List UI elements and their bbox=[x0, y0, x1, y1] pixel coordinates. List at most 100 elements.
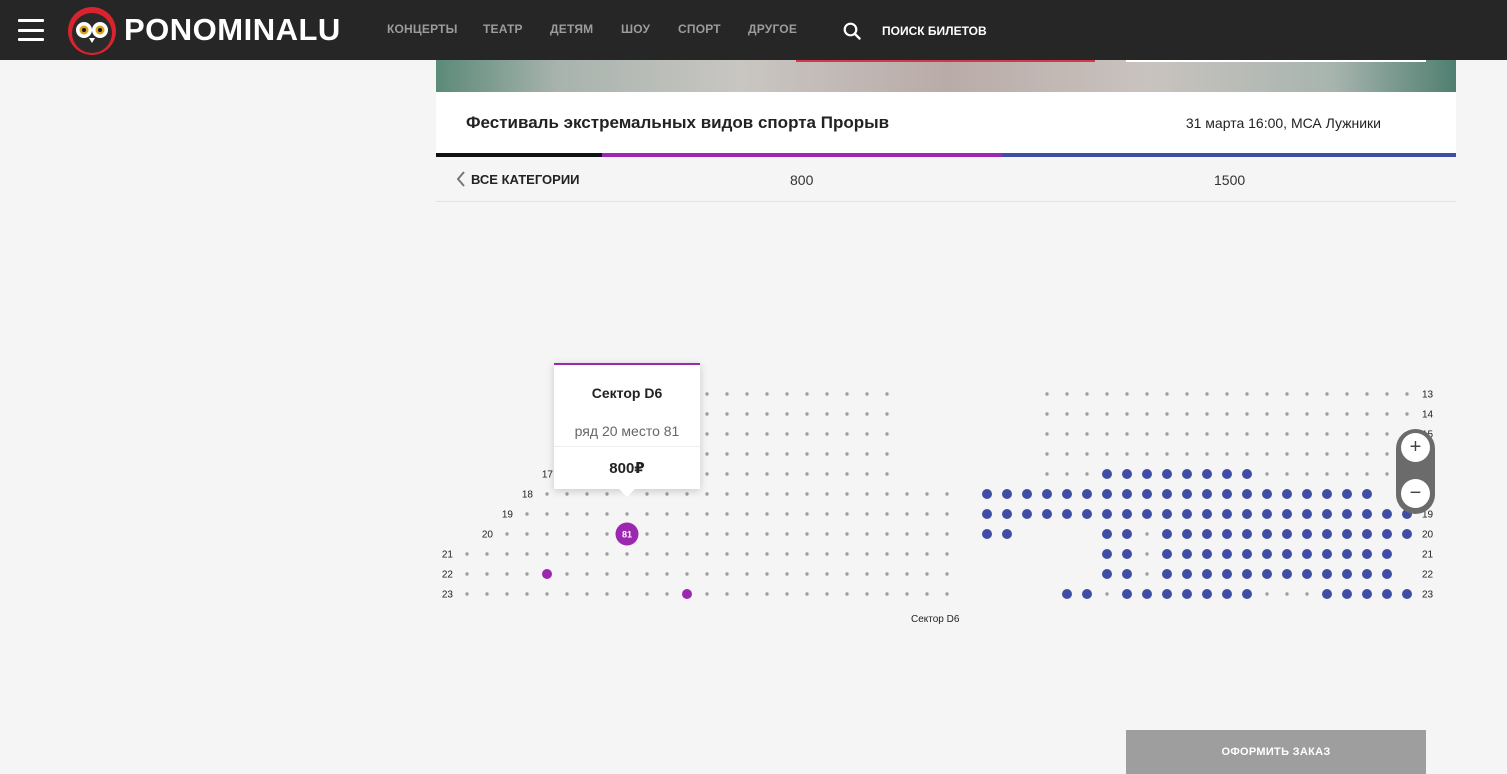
seat-available-1500[interactable] bbox=[1382, 529, 1392, 539]
seat-available-1500[interactable] bbox=[1362, 529, 1372, 539]
seat-available-1500[interactable] bbox=[1162, 529, 1172, 539]
seat-available-1500[interactable] bbox=[1262, 509, 1272, 519]
seat-available-1500[interactable] bbox=[1102, 529, 1112, 539]
seat-available-1500[interactable] bbox=[1182, 489, 1192, 499]
seat-available-1500[interactable] bbox=[1162, 509, 1172, 519]
seat-available-1500[interactable] bbox=[1382, 549, 1392, 559]
seat-available-1500[interactable] bbox=[1162, 589, 1172, 599]
seat-available-1500[interactable] bbox=[1202, 569, 1212, 579]
seat-available-1500[interactable] bbox=[1182, 509, 1192, 519]
seat-available-1500[interactable] bbox=[1002, 489, 1012, 499]
seat-available-1500[interactable] bbox=[1122, 549, 1132, 559]
seat-available-1500[interactable] bbox=[1322, 509, 1332, 519]
seat-available-1500[interactable] bbox=[1342, 529, 1352, 539]
seat-available-1500[interactable] bbox=[1062, 509, 1072, 519]
menu-icon[interactable] bbox=[18, 19, 44, 41]
seat-available-1500[interactable] bbox=[1142, 469, 1152, 479]
seat-available-1500[interactable] bbox=[1222, 569, 1232, 579]
seat-available-1500[interactable] bbox=[1382, 509, 1392, 519]
seat-available-1500[interactable] bbox=[1242, 509, 1252, 519]
nav-kids[interactable]: ДЕТЯМ bbox=[550, 22, 593, 36]
seat-available-1500[interactable] bbox=[1322, 529, 1332, 539]
seat-available-1500[interactable] bbox=[1202, 589, 1212, 599]
logo-text[interactable]: PONOMINALU bbox=[124, 11, 341, 49]
seat-available-1500[interactable] bbox=[1402, 589, 1412, 599]
seat-available-1500[interactable] bbox=[1322, 589, 1332, 599]
seat-available-1500[interactable] bbox=[1022, 489, 1032, 499]
seat-available-1500[interactable] bbox=[1102, 509, 1112, 519]
seat-available-1500[interactable] bbox=[1102, 469, 1112, 479]
seat-available-1500[interactable] bbox=[1062, 589, 1072, 599]
seat-available-1500[interactable] bbox=[1122, 589, 1132, 599]
price-tab-800[interactable]: 800 bbox=[790, 172, 813, 188]
all-categories-button[interactable]: ВСЕ КАТЕГОРИИ bbox=[471, 172, 580, 187]
seat-available-1500[interactable] bbox=[1342, 549, 1352, 559]
seat-available-1500[interactable] bbox=[1042, 509, 1052, 519]
seat-available-1500[interactable] bbox=[1282, 489, 1292, 499]
seat-available-1500[interactable] bbox=[1342, 589, 1352, 599]
zoom-in-button[interactable]: + bbox=[1401, 433, 1430, 462]
seat-available-1500[interactable] bbox=[1142, 509, 1152, 519]
search-icon[interactable] bbox=[843, 22, 861, 40]
seat-available-1500[interactable] bbox=[1222, 509, 1232, 519]
nav-sport[interactable]: СПОРТ bbox=[678, 22, 721, 36]
seat-available-1500[interactable] bbox=[1222, 489, 1232, 499]
seat-available-1500[interactable] bbox=[1222, 549, 1232, 559]
seat-available-1500[interactable] bbox=[1182, 589, 1192, 599]
seat-available-1500[interactable] bbox=[1362, 549, 1372, 559]
seat-available-1500[interactable] bbox=[1082, 509, 1092, 519]
nav-other[interactable]: ДРУГОЕ bbox=[748, 22, 797, 36]
seat-available-1500[interactable] bbox=[1242, 569, 1252, 579]
seat-available-1500[interactable] bbox=[1182, 549, 1192, 559]
seat-available-1500[interactable] bbox=[1002, 509, 1012, 519]
seat-available-1500[interactable] bbox=[982, 509, 992, 519]
seat-available-1500[interactable] bbox=[1262, 549, 1272, 559]
chevron-left-icon[interactable] bbox=[456, 171, 466, 187]
nav-theatre[interactable]: ТЕАТР bbox=[483, 22, 523, 36]
seat-available-1500[interactable] bbox=[1362, 509, 1372, 519]
seat-available-1500[interactable] bbox=[1242, 469, 1252, 479]
seat-available-1500[interactable] bbox=[1282, 569, 1292, 579]
seat-available-1500[interactable] bbox=[1242, 529, 1252, 539]
seat-available-1500[interactable] bbox=[1122, 509, 1132, 519]
seat-available-1500[interactable] bbox=[1202, 529, 1212, 539]
seat-available-1500[interactable] bbox=[1282, 549, 1292, 559]
seat-available-1500[interactable] bbox=[1282, 509, 1292, 519]
place-order-button[interactable]: ОФОРМИТЬ ЗАКАЗ bbox=[1126, 730, 1426, 774]
seat-available-1500[interactable] bbox=[1002, 529, 1012, 539]
seat-available-1500[interactable] bbox=[1302, 549, 1312, 559]
seat-available-1500[interactable] bbox=[1222, 469, 1232, 479]
seat-available-1500[interactable] bbox=[1302, 509, 1312, 519]
seat-available-1500[interactable] bbox=[1202, 469, 1212, 479]
price-tab-1500[interactable]: 1500 bbox=[1214, 172, 1245, 188]
seat-available-1500[interactable] bbox=[1102, 549, 1112, 559]
seat-available-1500[interactable] bbox=[1262, 489, 1272, 499]
seat-available-1500[interactable] bbox=[1342, 569, 1352, 579]
seat-available-1500[interactable] bbox=[1022, 509, 1032, 519]
nav-show[interactable]: ШОУ bbox=[621, 22, 650, 36]
seat-available-1500[interactable] bbox=[1382, 589, 1392, 599]
nav-concerts[interactable]: КОНЦЕРТЫ bbox=[387, 22, 458, 36]
seat-available-1500[interactable] bbox=[1202, 489, 1212, 499]
seat-available-1500[interactable] bbox=[1162, 469, 1172, 479]
seat-available-1500[interactable] bbox=[1162, 489, 1172, 499]
seat-available-1500[interactable] bbox=[1102, 569, 1112, 579]
seat-available-1500[interactable] bbox=[982, 489, 992, 499]
seat-available-1500[interactable] bbox=[1162, 549, 1172, 559]
seat-available-1500[interactable] bbox=[1282, 529, 1292, 539]
seat-available-1500[interactable] bbox=[1122, 569, 1132, 579]
seat-available-1500[interactable] bbox=[1262, 529, 1272, 539]
seat-available-1500[interactable] bbox=[1402, 529, 1412, 539]
seat-available-1500[interactable] bbox=[1142, 589, 1152, 599]
seat-available-1500[interactable] bbox=[1262, 569, 1272, 579]
seat-available-1500[interactable] bbox=[1182, 469, 1192, 479]
search-tickets-link[interactable]: ПОИСК БИЛЕТОВ bbox=[882, 24, 987, 38]
seat-available-1500[interactable] bbox=[1202, 509, 1212, 519]
seat-available-800[interactable] bbox=[682, 589, 692, 599]
zoom-out-button[interactable]: − bbox=[1401, 479, 1430, 508]
seat-available-1500[interactable] bbox=[982, 529, 992, 539]
seat-available-1500[interactable] bbox=[1042, 489, 1052, 499]
seat-available-1500[interactable] bbox=[1342, 509, 1352, 519]
seat-available-1500[interactable] bbox=[1162, 569, 1172, 579]
seat-available-1500[interactable] bbox=[1222, 589, 1232, 599]
